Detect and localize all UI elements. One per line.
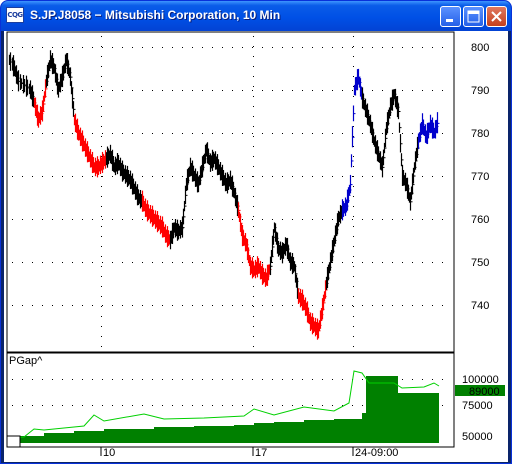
- study-tick-75000: 75000: [462, 400, 493, 412]
- close-button[interactable]: [486, 6, 507, 27]
- minimize-icon: [446, 19, 453, 22]
- window-title: S.JP.J8058 − Mitsubishi Corporation, 10 …: [30, 8, 281, 22]
- study-label: PGap^: [9, 355, 43, 367]
- current-value-label: 89000: [469, 386, 500, 398]
- date-label-17: 17: [255, 447, 267, 459]
- price-tick-800: 800: [471, 42, 489, 54]
- price-pane[interactable]: [6, 31, 455, 353]
- close-icon: [491, 11, 502, 22]
- date-label-24: 24-09:00: [355, 447, 398, 459]
- chart-canvas[interactable]: 800 790 780 770 760 750 740 PGap^ 100000…: [4, 31, 508, 462]
- title-bar[interactable]: CQG S.JP.J8058 − Mitsubishi Corporation,…: [1, 1, 511, 31]
- price-tick-790: 790: [471, 85, 489, 97]
- maximize-icon: [467, 10, 480, 23]
- price-tick-770: 770: [471, 171, 489, 183]
- chart-window: CQG S.JP.J8058 − Mitsubishi Corporation,…: [0, 0, 512, 464]
- price-tick-750: 750: [471, 257, 489, 269]
- minimize-button[interactable]: [440, 6, 461, 27]
- price-tick-780: 780: [471, 128, 489, 140]
- study-tick-50000: 50000: [462, 431, 493, 443]
- date-label-10: 10: [103, 447, 115, 459]
- study-tick-100000: 100000: [462, 374, 499, 386]
- cqg-app-icon: CQG: [6, 7, 24, 23]
- scroll-handle[interactable]: [6, 435, 21, 448]
- price-tick-760: 760: [471, 214, 489, 226]
- chart-client-area[interactable]: 800 790 780 770 760 750 740 PGap^ 100000…: [4, 31, 508, 462]
- price-tick-740: 740: [471, 300, 489, 312]
- maximize-button[interactable]: [463, 6, 484, 27]
